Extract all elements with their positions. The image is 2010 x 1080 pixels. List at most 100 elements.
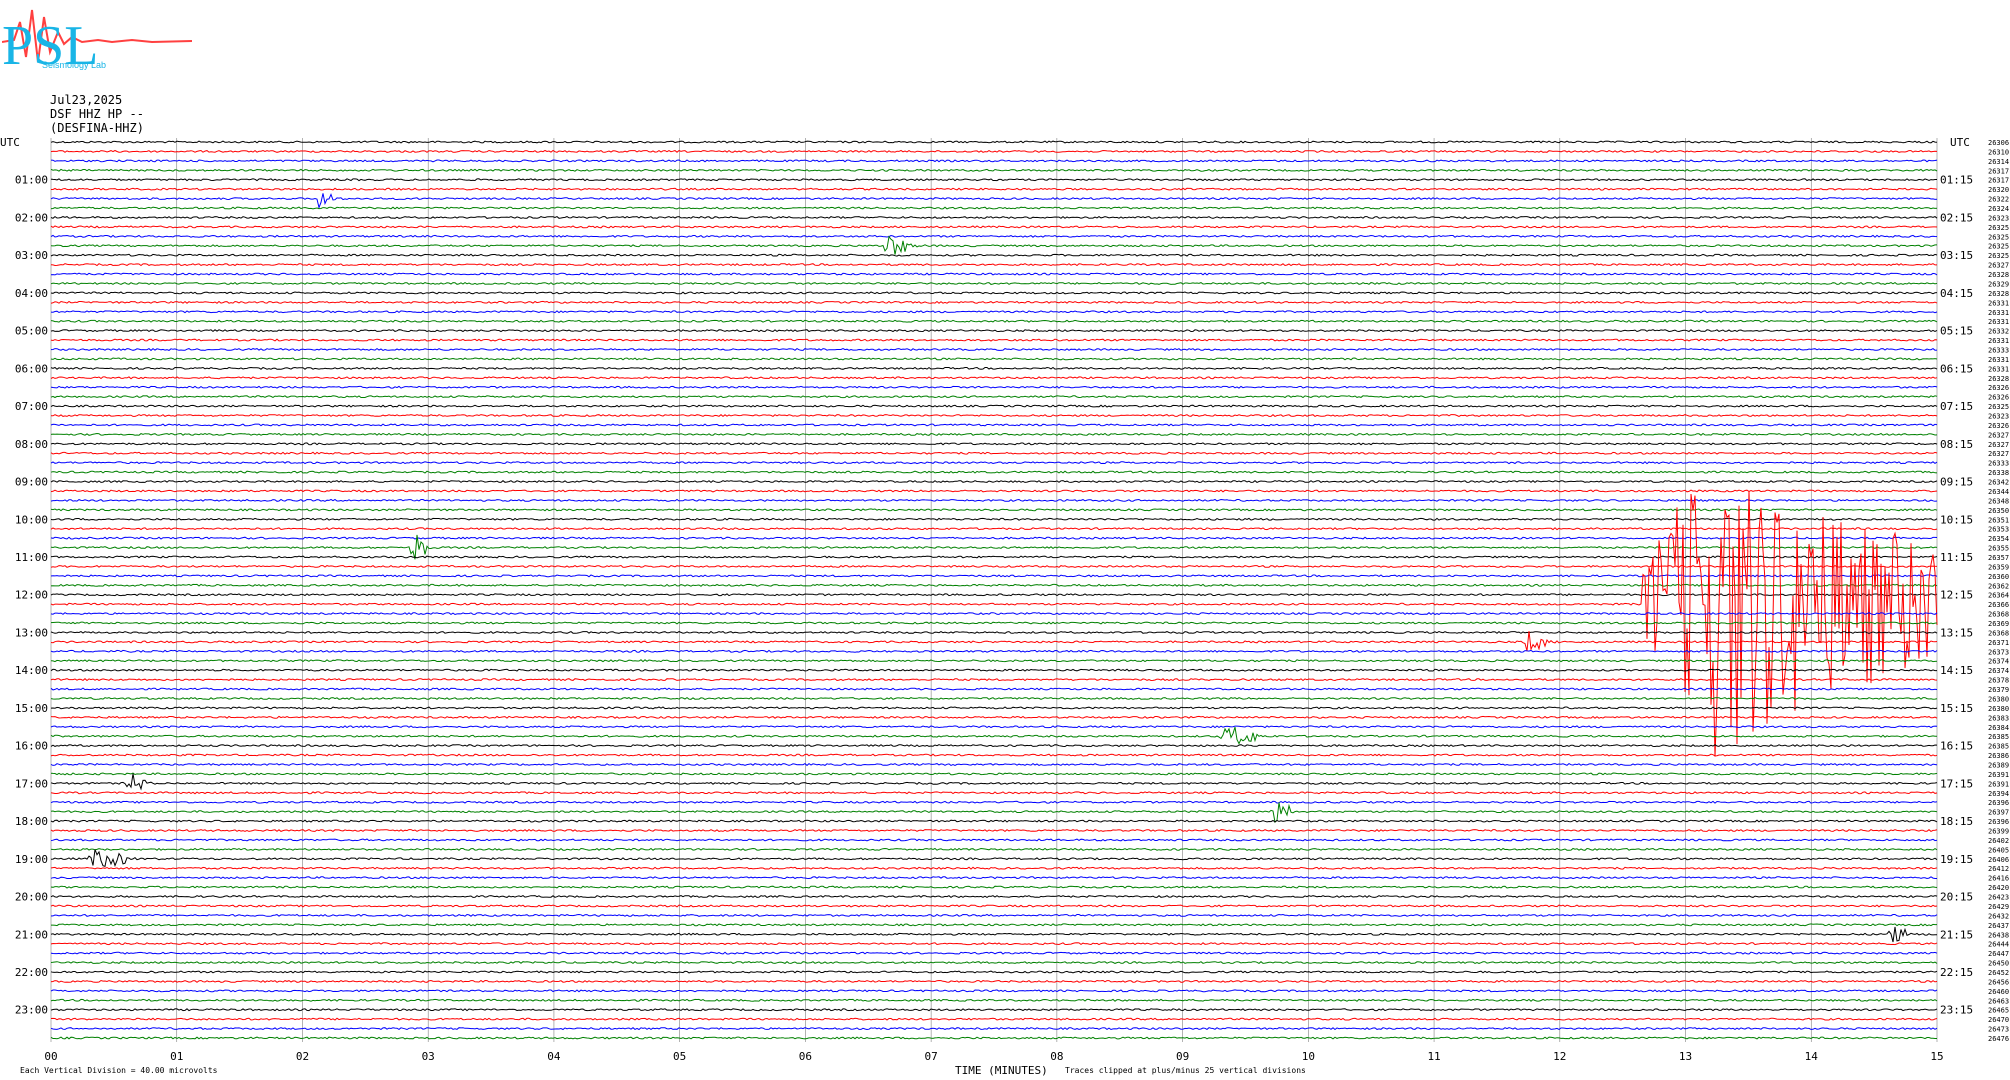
hour-label-left: 01:00 — [15, 174, 48, 187]
trace-row-20 — [50, 329, 1938, 333]
trace-row-37 — [50, 489, 1938, 493]
trace-row-80 — [50, 894, 1938, 899]
row-offset-count: 26333 — [1988, 346, 2009, 354]
trace-row-55 — [50, 659, 1938, 663]
trace-row-81 — [50, 904, 1938, 908]
row-offset-count: 26362 — [1988, 582, 2009, 590]
trace-row-95 — [50, 1036, 1937, 1040]
trace-row-21 — [50, 338, 1938, 342]
trace-row-19 — [50, 319, 1938, 323]
row-offset-count: 26373 — [1988, 648, 2009, 656]
trace-row-24 — [50, 366, 1938, 370]
row-offset-count: 26317 — [1988, 177, 2009, 185]
trace-row-67 — [50, 772, 1938, 776]
row-offset-count: 26450 — [1988, 960, 2009, 968]
x-tick-label: 06 — [799, 1050, 812, 1063]
hour-label-left: 07:00 — [15, 400, 48, 413]
trace-row-82 — [50, 913, 1938, 917]
trace-row-61 — [50, 715, 1938, 719]
row-offset-count: 26333 — [1988, 460, 2009, 468]
row-offset-count: 26420 — [1988, 884, 2009, 892]
trace-row-35 — [50, 470, 1938, 474]
row-offset-count: 26328 — [1988, 375, 2009, 383]
row-offset-count: 26360 — [1988, 573, 2009, 581]
x-tick-label: 08 — [1050, 1050, 1063, 1063]
trace-row-92 — [50, 1008, 1938, 1012]
trace-row-28 — [50, 404, 1938, 408]
row-offset-count: 26460 — [1988, 988, 2009, 996]
row-offset-count: 26327 — [1988, 441, 2009, 449]
utc-label-right: UTC — [1950, 136, 1970, 149]
trace-row-65 — [50, 753, 1938, 757]
trace-row-41 — [50, 527, 1938, 531]
trace-row-89 — [50, 979, 1938, 983]
logo-subtext: Seismology Lab — [42, 60, 106, 70]
trace-row-78 — [50, 876, 1937, 880]
hour-label-right: 22:15 — [1940, 966, 1973, 979]
trace-row-42 — [50, 536, 1938, 540]
row-offset-count: 26332 — [1988, 328, 2009, 336]
row-offset-count: 26432 — [1988, 912, 2009, 920]
trace-row-64 — [50, 744, 1938, 748]
hour-label-right: 09:15 — [1940, 476, 1973, 489]
hour-label-left: 20:00 — [15, 891, 48, 904]
trace-row-32 — [50, 442, 1938, 446]
trace-row-7 — [50, 206, 1938, 210]
x-axis-title: TIME (MINUTES) — [955, 1064, 1048, 1077]
trace-row-71 — [50, 802, 1938, 824]
row-offset-count: 26326 — [1988, 384, 2009, 392]
row-offset-count: 26355 — [1988, 545, 2009, 553]
clip-note: Traces clipped at plus/minus 25 vertical… — [1065, 1066, 1306, 1075]
row-offset-count: 26326 — [1988, 422, 2009, 430]
hour-label-right: 14:15 — [1940, 664, 1973, 677]
hour-label-right: 08:15 — [1940, 438, 1973, 451]
trace-row-30 — [50, 423, 1938, 427]
row-offset-count: 26374 — [1988, 658, 2009, 666]
hour-label-right: 15:15 — [1940, 702, 1973, 715]
hour-label-left: 19:00 — [15, 853, 48, 866]
trace-row-54 — [50, 649, 1938, 653]
hour-label-right: 20:15 — [1940, 891, 1973, 904]
row-offset-count: 26314 — [1988, 158, 2009, 166]
hour-label-left: 15:00 — [15, 702, 48, 715]
row-offset-count: 26357 — [1988, 554, 2009, 562]
row-offset-count: 26364 — [1988, 592, 2009, 600]
row-offset-count: 26396 — [1988, 818, 2009, 826]
trace-row-75 — [50, 847, 1938, 851]
row-offset-count: 26325 — [1988, 252, 2009, 260]
row-offset-count: 26371 — [1988, 639, 2009, 647]
psl-logo-graphic: PSL Seismology Lab — [1, 9, 193, 77]
trace-row-11 — [50, 235, 1937, 255]
row-offset-count: 26383 — [1988, 714, 2009, 722]
row-offset-count: 26329 — [1988, 280, 2009, 288]
hour-label-left: 03:00 — [15, 249, 48, 262]
row-offset-count: 26327 — [1988, 262, 2009, 270]
row-offset-count: 26429 — [1988, 903, 2009, 911]
trace-row-8 — [50, 215, 1938, 220]
trace-row-29 — [50, 414, 1938, 418]
psl-logo: PSL Seismology Lab — [1, 2, 202, 77]
trace-row-63 — [50, 726, 1938, 745]
row-offset-count: 26379 — [1988, 686, 2009, 694]
hour-label-right: 11:15 — [1940, 551, 1973, 564]
row-offset-count: 26351 — [1988, 516, 2009, 524]
hour-label-left: 09:00 — [15, 476, 48, 489]
row-offset-count: 26338 — [1988, 469, 2009, 477]
trace-row-23 — [50, 357, 1938, 361]
trace-row-73 — [50, 828, 1938, 833]
hour-label-right: 02:15 — [1940, 211, 1973, 224]
station-name: (DESFINA-HHZ) — [50, 121, 144, 135]
row-offset-count: 26306 — [1988, 139, 2009, 147]
x-tick-label: 04 — [547, 1050, 561, 1063]
trace-row-9 — [50, 225, 1938, 229]
row-offset-count: 26369 — [1988, 620, 2009, 628]
row-offset-count: 26368 — [1988, 629, 2009, 637]
row-offset-count: 26350 — [1988, 507, 2009, 515]
row-offset-count: 26327 — [1988, 450, 2009, 458]
row-offset-count: 26391 — [1988, 780, 2009, 788]
trace-row-36 — [50, 479, 1938, 484]
trace-row-12 — [50, 253, 1938, 257]
trace-row-46 — [50, 574, 1938, 578]
row-offset-count: 26310 — [1988, 148, 2009, 156]
trace-row-18 — [50, 310, 1938, 314]
